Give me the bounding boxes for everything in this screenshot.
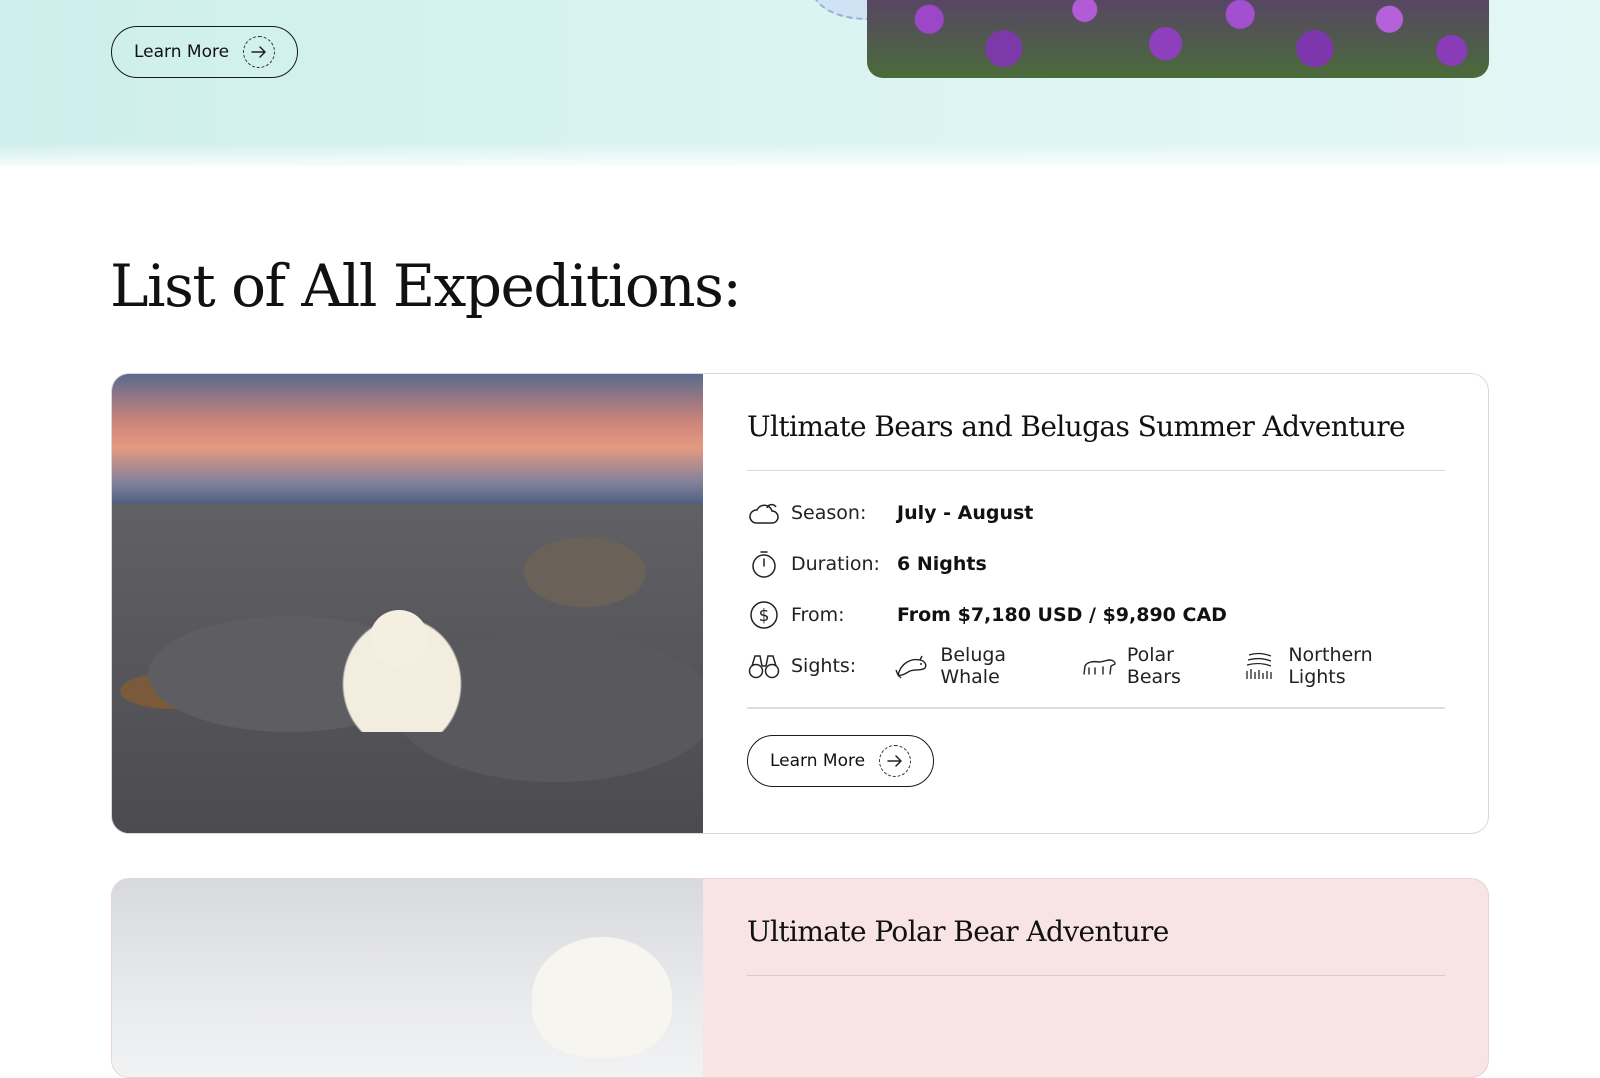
divider [747, 974, 1445, 977]
expedition-photo-polar-bear-snow [112, 879, 703, 1077]
expedition-card: Ultimate Bears and Belugas Summer Advent… [111, 373, 1489, 834]
expedition-title: Ultimate Polar Bear Adventure [747, 915, 1169, 948]
sights-list: Beluga Whale Polar Bears Northern Lights [895, 644, 1445, 688]
divider [747, 469, 1445, 472]
sight-beluga: Beluga Whale [895, 644, 1069, 688]
northern-lights-icon [1243, 651, 1278, 681]
detail-season: Season: July - August [747, 487, 1445, 538]
expedition-title: Ultimate Bears and Belugas Summer Advent… [747, 410, 1406, 443]
arrow-right-circle-icon [243, 36, 276, 68]
detail-sights: Sights: Beluga Whale Polar Bears Norther… [747, 640, 1445, 691]
arrow-right-circle-icon [879, 744, 912, 777]
cloud-sun-icon [747, 496, 781, 530]
learn-more-label: Learn More [134, 42, 230, 62]
svg-text:$: $ [759, 606, 770, 626]
featured-banner: Learn More [0, 0, 1600, 166]
expedition-photo-polar-bear-rocks [112, 374, 703, 833]
section-title: List of All Expeditions: [110, 252, 742, 320]
featured-photo-fireweed [867, 0, 1489, 78]
detail-price: $ From: From $7,180 USD / $9,890 CAD [747, 589, 1445, 640]
expedition-learn-more-button[interactable]: Learn More [747, 734, 935, 787]
expedition-card: Ultimate Polar Bear Adventure [111, 878, 1489, 1078]
sight-label: Beluga Whale [940, 643, 1007, 688]
expedition-details: Season: July - August Duration: 6 Nights… [747, 487, 1445, 691]
season-value: July - August [897, 501, 1034, 524]
divider [747, 707, 1445, 709]
featured-learn-more-button[interactable]: Learn More [111, 26, 299, 78]
sight-label: Northern Lights [1288, 643, 1373, 688]
price-label: From: [791, 603, 845, 626]
sight-polar-bears: Polar Bears [1081, 644, 1231, 688]
price-value: From $7,180 USD / $9,890 CAD [897, 603, 1227, 626]
learn-more-label: Learn More [770, 750, 866, 771]
beluga-icon [895, 651, 930, 681]
expedition-card-body: Ultimate Polar Bear Adventure [703, 879, 1488, 1077]
dollar-circle-icon: $ [747, 598, 781, 632]
polar-bear-icon [1081, 651, 1117, 681]
detail-duration: Duration: 6 Nights [747, 538, 1445, 589]
duration-label: Duration: [791, 552, 880, 575]
duration-value: 6 Nights [897, 552, 987, 575]
binoculars-icon [747, 649, 781, 683]
season-label: Season: [791, 501, 867, 524]
stopwatch-icon [747, 547, 781, 581]
sight-northern-lights: Northern Lights [1243, 644, 1433, 688]
sights-label: Sights: [791, 654, 857, 677]
sight-label: Polar Bears [1126, 643, 1181, 688]
expedition-card-body: Ultimate Bears and Belugas Summer Advent… [703, 374, 1488, 833]
